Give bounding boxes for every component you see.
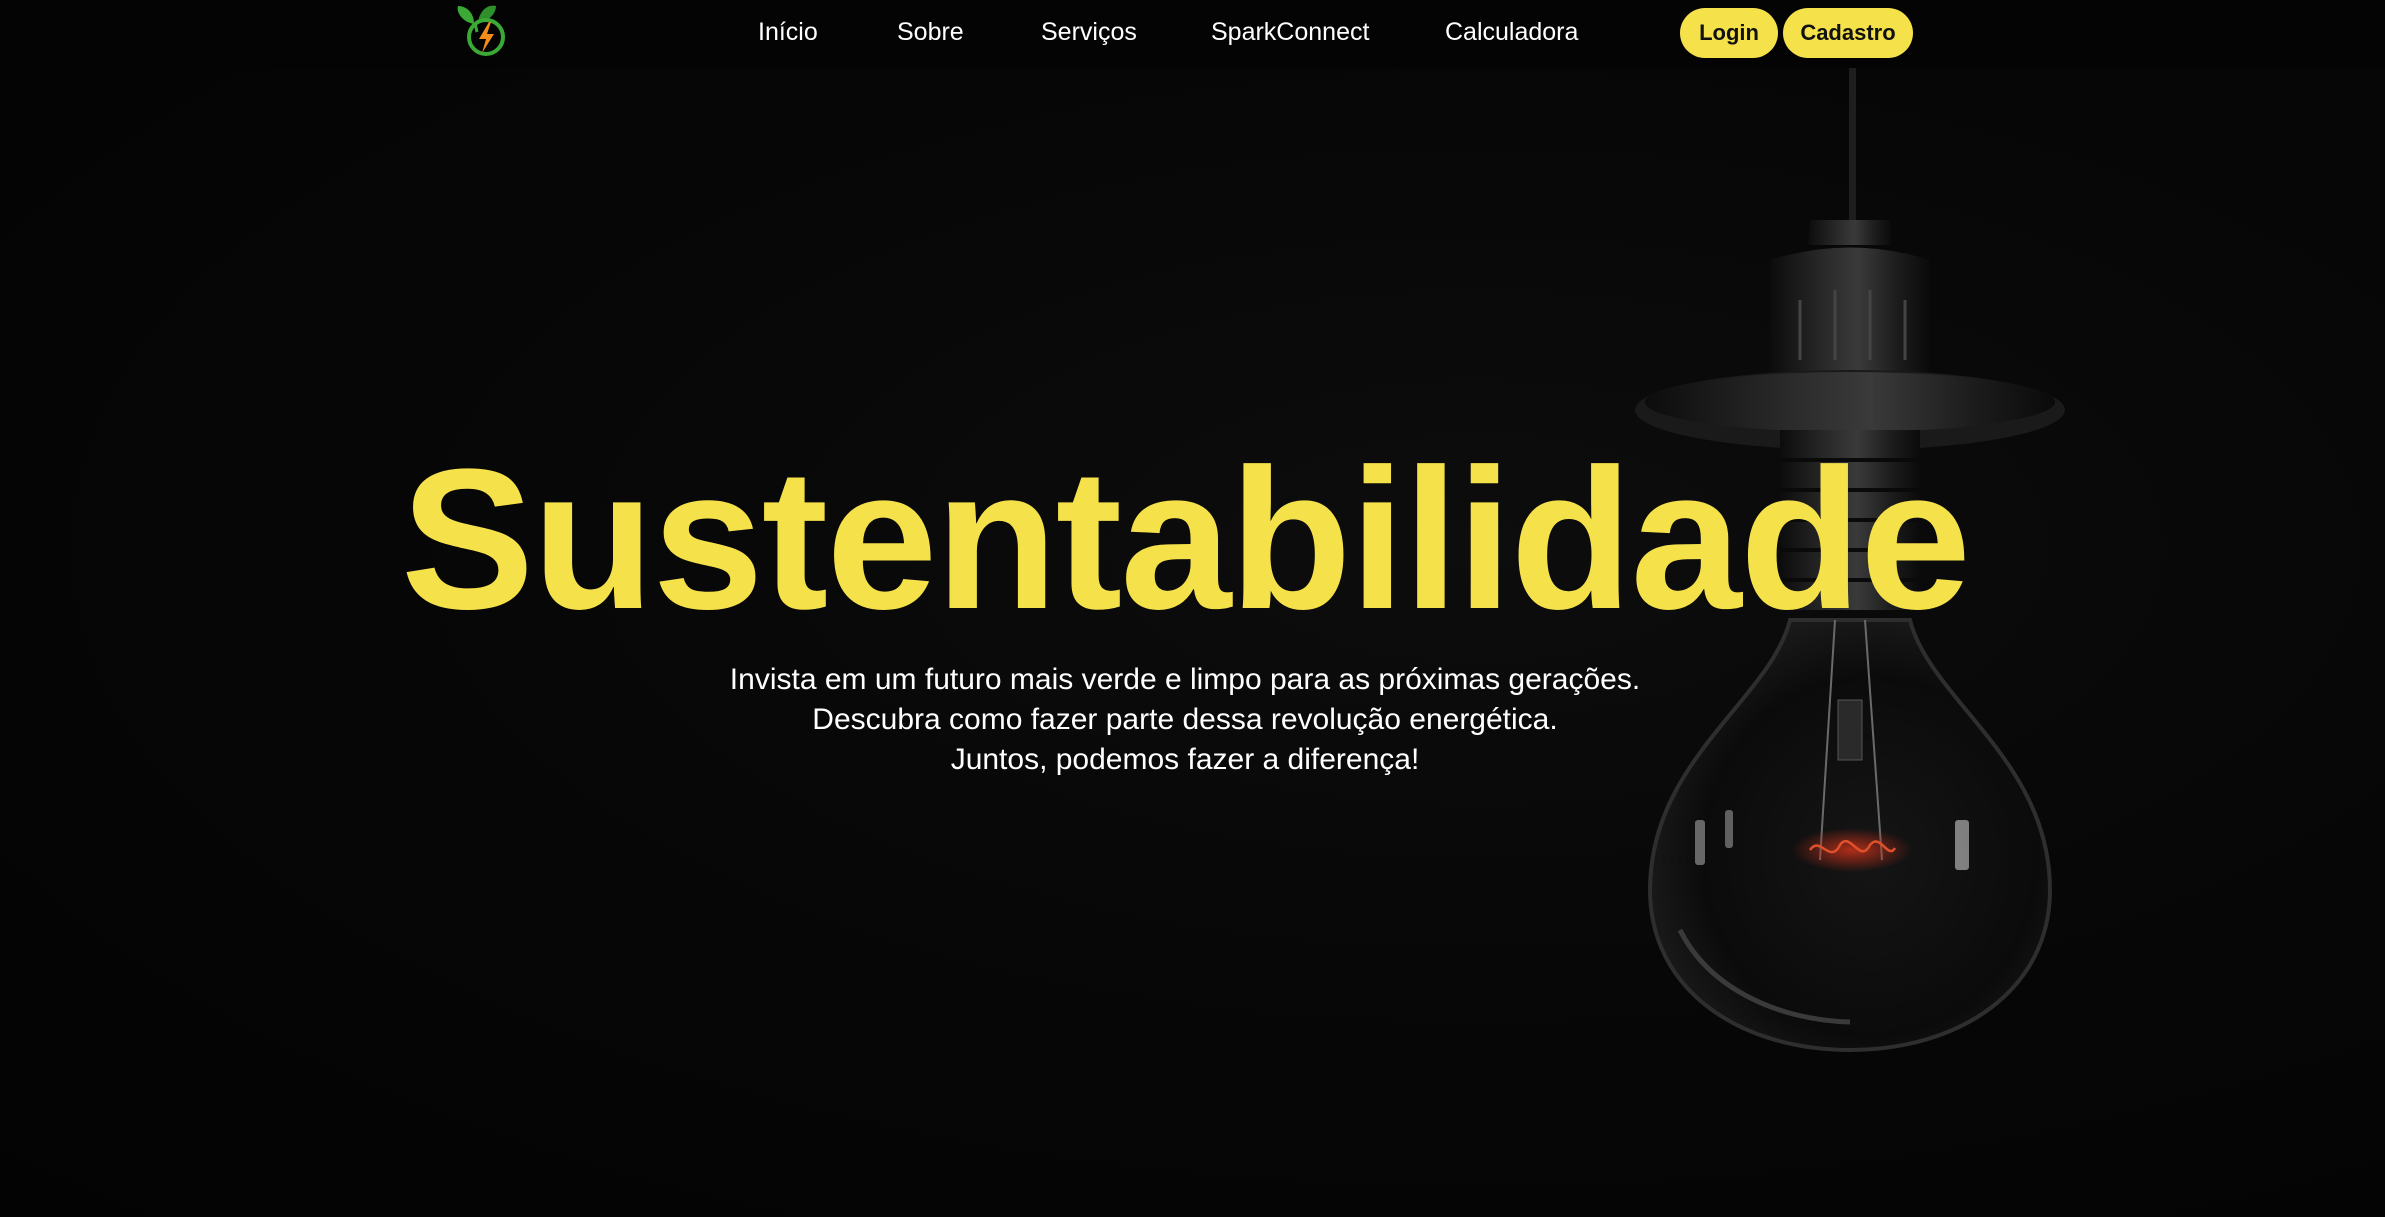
page: Início Sobre Serviços SparkConnect Calcu… <box>0 0 2385 1217</box>
hero-line: Invista em um futuro mais verde e limpo … <box>729 663 1641 696</box>
nav-link-servicos[interactable]: Serviços <box>1041 18 1137 47</box>
login-button[interactable]: Login <box>1680 8 1778 58</box>
hero-line: Juntos, podemos fazer a diferença! <box>950 743 1420 776</box>
nav-link-calculadora[interactable]: Calculadora <box>1445 18 1578 47</box>
nav-link-inicio[interactable]: Início <box>758 18 818 47</box>
signup-button[interactable]: Cadastro <box>1783 8 1913 58</box>
hero-subtitle: Invista em um futuro mais verde e limpo … <box>0 660 2370 780</box>
logo-icon[interactable] <box>452 2 516 60</box>
hero-line: Descubra como fazer parte dessa revoluçã… <box>812 703 1558 736</box>
navbar: Início Sobre Serviços SparkConnect Calcu… <box>0 0 2385 68</box>
hero-title: Sustentabilidade <box>0 440 2370 640</box>
nav-link-sobre[interactable]: Sobre <box>897 18 964 47</box>
hero-title-text: Sustentabilidade <box>400 428 1971 651</box>
nav-link-sparkconnect[interactable]: SparkConnect <box>1211 18 1369 47</box>
